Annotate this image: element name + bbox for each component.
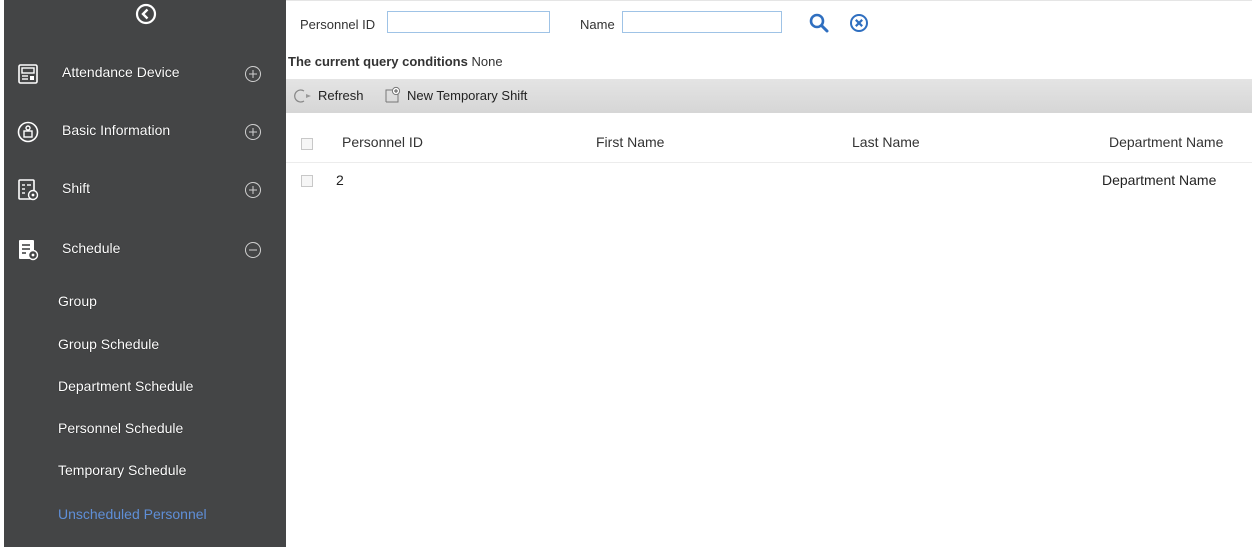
table-header: Personnel ID First Name Last Name Depart…	[286, 124, 1252, 163]
submenu-item-group-schedule[interactable]: Group Schedule	[58, 336, 159, 352]
query-conditions-value: None	[471, 54, 503, 69]
menu-label: Basic Information	[62, 122, 171, 138]
query-conditions: The current query conditions None	[288, 54, 503, 69]
cell-personnel-id: 2	[336, 172, 344, 188]
menu-item-attendance-device[interactable]: Attendance Device	[4, 54, 286, 94]
column-header-first-name[interactable]: First Name	[596, 134, 664, 150]
menu-label: Shift	[62, 180, 91, 196]
search-icon[interactable]	[808, 12, 830, 34]
name-input[interactable]	[622, 11, 782, 33]
column-header-last-name[interactable]: Last Name	[852, 134, 920, 150]
new-temporary-shift-button[interactable]: New Temporary Shift	[407, 88, 527, 103]
menu-item-shift[interactable]: Shift	[4, 170, 286, 210]
personnel-id-label: Personnel ID	[300, 17, 376, 32]
info-icon	[16, 120, 40, 144]
select-all-checkbox[interactable]	[301, 138, 313, 150]
expand-plus-icon[interactable]	[244, 181, 262, 199]
refresh-icon[interactable]	[292, 88, 314, 104]
submenu-item-unscheduled-personnel[interactable]: Unscheduled Personnel	[58, 506, 207, 522]
new-temporary-shift-icon[interactable]	[384, 86, 402, 104]
expand-plus-icon[interactable]	[244, 65, 262, 83]
submenu-item-group[interactable]: Group	[58, 293, 97, 309]
name-label: Name	[580, 17, 615, 32]
menu-item-basic-information[interactable]: Basic Information	[4, 112, 286, 152]
refresh-button[interactable]: Refresh	[318, 88, 364, 103]
shift-icon	[16, 178, 40, 202]
toolbar: Refresh New Temporary Shift	[286, 79, 1252, 113]
row-checkbox[interactable]	[301, 175, 313, 187]
table-row[interactable]: 2 Department Name	[286, 164, 1252, 196]
submenu-item-department-schedule[interactable]: Department Schedule	[58, 378, 193, 394]
sidebar: Attendance Device Basic Information Shif…	[4, 0, 286, 547]
column-header-personnel-id[interactable]: Personnel ID	[342, 134, 423, 150]
query-conditions-label: The current query conditions	[288, 54, 468, 69]
menu-item-schedule[interactable]: Schedule	[4, 230, 286, 270]
submenu-item-temporary-schedule[interactable]: Temporary Schedule	[58, 462, 186, 478]
menu-label: Schedule	[62, 240, 121, 256]
clear-icon[interactable]	[849, 13, 869, 33]
personnel-id-input[interactable]	[387, 11, 550, 33]
schedule-icon	[16, 238, 40, 262]
menu-label: Attendance Device	[62, 64, 180, 80]
collapse-minus-icon[interactable]	[244, 241, 262, 259]
expand-plus-icon[interactable]	[244, 123, 262, 141]
search-bar: Personnel ID Name	[286, 0, 1252, 45]
column-header-department-name[interactable]: Department Name	[1109, 134, 1223, 150]
cell-department-name: Department Name	[1102, 172, 1217, 188]
collapse-sidebar-icon[interactable]	[134, 2, 158, 26]
submenu-item-personnel-schedule[interactable]: Personnel Schedule	[58, 420, 183, 436]
device-icon	[16, 62, 40, 86]
